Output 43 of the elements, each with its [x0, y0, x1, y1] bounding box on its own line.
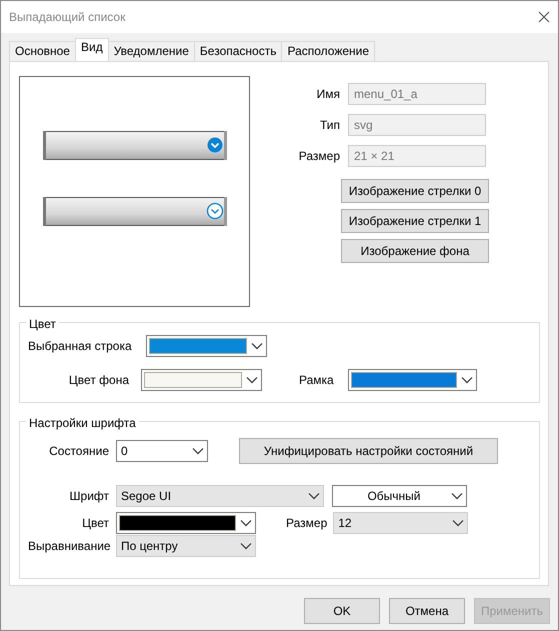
image-button[interactable]: Изображение фона [341, 239, 489, 263]
field-label: Цвет [81, 515, 109, 532]
dialog-button[interactable]: Отмена [389, 598, 465, 624]
input-field: menu_01_a [348, 83, 486, 105]
dropdown[interactable]: 12 [333, 512, 468, 534]
image-button[interactable]: Изображение стрелки 0 [341, 179, 489, 203]
field-label: Имя [316, 86, 340, 103]
field-label: Цвет фона [68, 372, 129, 389]
close-icon[interactable] [538, 11, 550, 23]
field-label: Выбранная строка [28, 338, 132, 355]
dropdown[interactable]: Segoe UI [116, 485, 324, 507]
caret-icon [240, 519, 252, 527]
caret-icon [308, 492, 320, 500]
tab[interactable]: Основное [9, 41, 76, 61]
input-field: svg [348, 114, 486, 136]
caret-icon [192, 447, 204, 455]
caret-icon [240, 542, 252, 550]
caret-icon [451, 492, 463, 500]
dialog-button[interactable]: OK [304, 598, 380, 624]
caret-icon [452, 519, 464, 527]
field-label: Рамка [299, 372, 334, 389]
window-title: Выпадающий список [9, 9, 126, 26]
dropdown[interactable]: Обычный [332, 485, 467, 507]
tab[interactable]: Вид [74, 38, 109, 61]
color-dropdown[interactable] [116, 512, 256, 534]
image-button[interactable]: Изображение стрелки 1 [341, 209, 489, 233]
color-dropdown[interactable] [348, 369, 477, 391]
field-label: Размер [286, 515, 328, 532]
color-dropdown[interactable] [141, 369, 262, 391]
caret-icon [246, 376, 258, 384]
field-label: Размер [298, 148, 340, 165]
unify-button[interactable]: Унифицировать настройки состояний [239, 438, 498, 464]
input-field: 21 × 21 [348, 145, 486, 167]
caret-icon [250, 342, 263, 350]
color-dropdown[interactable] [146, 335, 267, 357]
field-label: Выравнивание [28, 538, 109, 555]
field-label: Тип [318, 117, 340, 134]
dropdown[interactable]: По центру [116, 535, 256, 557]
field-label: Шрифт [68, 488, 109, 505]
field-label: Состояние [48, 443, 109, 460]
caret-icon [460, 376, 473, 384]
dropdown[interactable]: 0 [116, 440, 208, 462]
tab[interactable]: Расположение [281, 41, 376, 61]
